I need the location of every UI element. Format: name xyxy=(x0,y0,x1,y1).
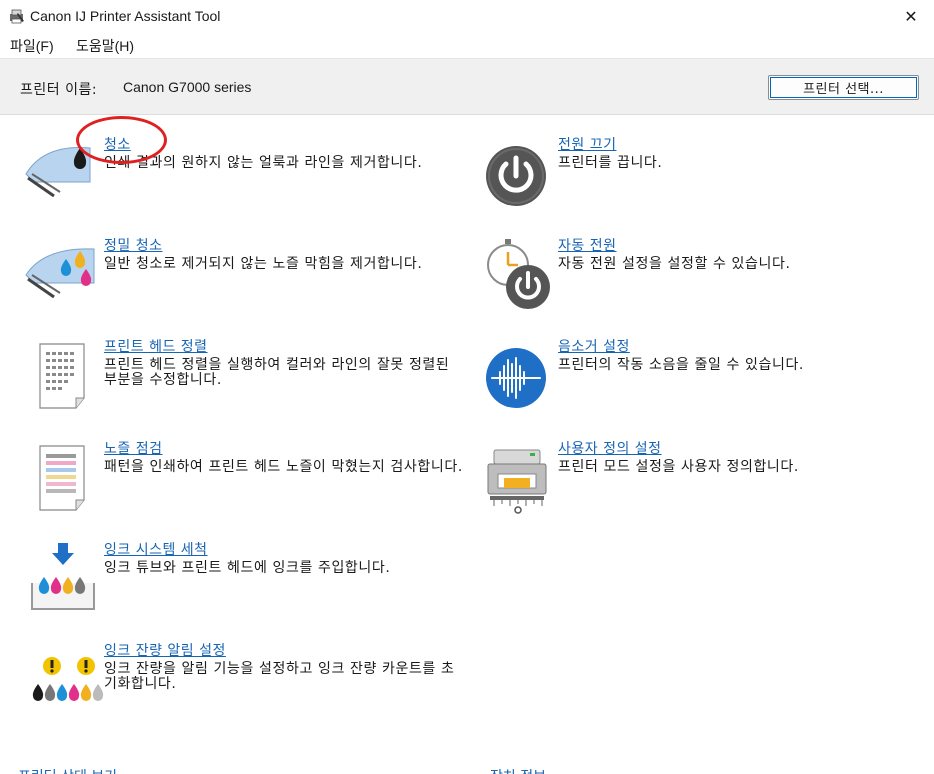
print-head-alignment-link[interactable]: 프린트 헤드 정렬 xyxy=(104,336,208,356)
ink-flush-link[interactable]: 잉크 시스템 세척 xyxy=(104,539,208,559)
auto-power-item: 자동 전원 자동 전원 설정을 설정할 수 있습니다. xyxy=(478,235,918,315)
quiet-setting-desc: 프린터의 작동 소음을 줄일 수 있습니다. xyxy=(558,357,804,373)
printer-name-value: Canon G7000 series xyxy=(123,79,252,95)
quiet-setting-icon xyxy=(486,348,546,408)
custom-settings-link[interactable]: 사용자 정의 설정 xyxy=(558,438,662,458)
printer-tool-icon xyxy=(10,9,24,24)
printer-status-link[interactable]: 프린터 상태 보기 xyxy=(18,766,117,774)
deep-cleaning-link[interactable]: 정밀 청소 xyxy=(104,235,162,255)
ink-level-notification-desc: 잉크 잔량을 알림 기능을 설정하고 잉크 잔량 카운트를 초기화합니다. xyxy=(104,661,455,692)
power-off-desc: 프린터를 끕니다. xyxy=(558,155,663,171)
print-head-alignment-desc: 프린트 헤드 정렬을 실행하여 컬러와 라인의 잘못 정렬된 부분을 수정합니다… xyxy=(104,357,450,388)
close-icon: ✕ xyxy=(904,6,918,26)
auto-power-desc: 자동 전원 설정을 설정할 수 있습니다. xyxy=(558,256,791,272)
ink-level-notification-icon xyxy=(32,657,104,701)
power-off-icon xyxy=(486,146,546,206)
close-button[interactable]: ✕ xyxy=(888,0,934,32)
power-off-item: 전원 끄기 프린터를 끕니다. xyxy=(478,134,918,214)
printer-name-label: 프린터 이름: xyxy=(20,82,98,98)
print-head-alignment-icon xyxy=(39,343,85,409)
ink-level-notification-link[interactable]: 잉크 잔량 알림 설정 xyxy=(104,640,226,660)
ink-level-notification-item: 잉크 잔량 알림 설정 잉크 잔량을 알림 기능을 설정하고 잉크 잔량 카운트… xyxy=(24,640,464,720)
nozzle-check-desc: 패턴을 인쇄하여 프린트 헤드 노즐이 막혔는지 검사합니다. xyxy=(104,459,463,475)
printer-bar: 프린터 이름: Canon G7000 series 프린터 선택... xyxy=(0,58,934,115)
custom-settings-item: 사용자 정의 설정 프린터 모드 설정을 사용자 정의합니다. xyxy=(478,438,918,518)
menu-help[interactable]: 도움말(H) xyxy=(76,36,134,56)
deep-cleaning-item: 정밀 청소 일반 청소로 제거되지 않는 노즐 막힘을 제거합니다. xyxy=(24,235,464,315)
nozzle-check-icon xyxy=(39,445,85,511)
highlight-circle xyxy=(76,116,167,164)
menu-bar: 파일(F) 도움말(H) xyxy=(0,32,934,57)
ink-flush-desc: 잉크 튜브와 프린트 헤드에 잉크를 주입합니다. xyxy=(104,560,391,576)
deep-cleaning-desc: 일반 청소로 제거되지 않는 노즐 막힘을 제거합니다. xyxy=(104,256,423,272)
title-bar: Canon IJ Printer Assistant Tool ✕ xyxy=(0,0,934,32)
select-printer-button[interactable]: 프린터 선택... xyxy=(768,75,919,100)
quiet-setting-link[interactable]: 음소거 설정 xyxy=(558,336,630,356)
custom-settings-icon xyxy=(487,449,547,514)
power-off-link[interactable]: 전원 끄기 xyxy=(558,134,616,154)
auto-power-link[interactable]: 자동 전원 xyxy=(558,235,616,255)
ink-flush-item: 잉크 시스템 세척 잉크 튜브와 프린트 헤드에 잉크를 주입합니다. xyxy=(24,539,464,619)
nozzle-check-link[interactable]: 노즐 점검 xyxy=(104,438,162,458)
nozzle-check-item: 노즐 점검 패턴을 인쇄하여 프린트 헤드 노즐이 막혔는지 검사합니다. xyxy=(24,438,464,518)
custom-settings-desc: 프린터 모드 설정을 사용자 정의합니다. xyxy=(558,459,799,475)
menu-file[interactable]: 파일(F) xyxy=(10,36,54,56)
cleaning-desc: 인쇄 결과의 원하지 않는 얼룩과 라인을 제거합니다. xyxy=(104,155,423,171)
quiet-setting-item: 음소거 설정 프린터의 작동 소음을 줄일 수 있습니다. xyxy=(478,336,918,416)
window-title: Canon IJ Printer Assistant Tool xyxy=(30,8,221,24)
auto-power-icon xyxy=(487,239,550,309)
print-head-alignment-item: 프린트 헤드 정렬 프린트 헤드 정렬을 실행하여 컬러와 라인의 잘못 정렬된… xyxy=(24,336,464,416)
device-info-link[interactable]: 장치 정보 xyxy=(490,766,546,774)
ink-flush-icon xyxy=(31,543,95,610)
deep-cleaning-icon xyxy=(25,248,95,299)
